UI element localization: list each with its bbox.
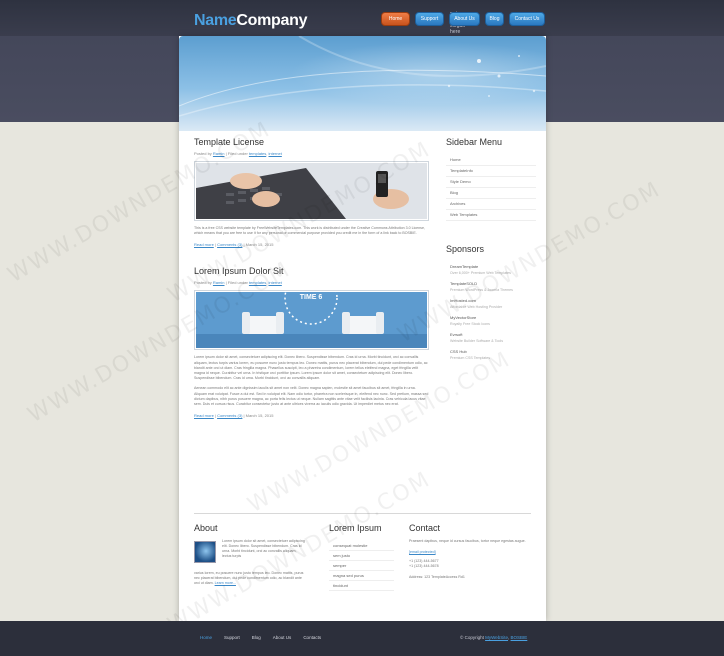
read-more-link[interactable]: Read more: [194, 242, 214, 247]
contact-phone: +1 (123) 444-5678: [409, 564, 439, 568]
comments-link[interactable]: Comments (3): [217, 413, 242, 418]
post-meta: Posted by Ramin | Filed under templates,…: [194, 151, 282, 156]
sidebar-item-style-demo[interactable]: Style Demo: [446, 177, 536, 188]
sponsor-item[interactable]: DreamTemplate Over 6,000+ Premium Web Te…: [446, 264, 536, 275]
footer-nav: Home Support Blog About Us Contacts: [200, 635, 321, 640]
nav-home-button[interactable]: Home: [381, 12, 410, 26]
nav-blog-button[interactable]: Blog: [485, 12, 504, 26]
post-image-chairs: TIME 6: [194, 271, 429, 351]
post-text-2: Aenean commodo elit ac ante dignissim ia…: [194, 386, 429, 407]
read-more-link[interactable]: Read more: [194, 413, 214, 418]
post: Lorem Ipsum Dolor Sit Posted by Ramin | …: [194, 266, 429, 418]
about-image: [194, 541, 216, 563]
post-category-link[interactable]: internet: [268, 151, 281, 156]
post-text: This is a free CSS website template by F…: [194, 226, 425, 236]
post-category-link[interactable]: templates: [249, 151, 266, 156]
post-text: Lorem ipsum dolor sit amet, consectetuer…: [194, 355, 428, 381]
sidebar-menu-title: Sidebar Menu: [446, 137, 503, 147]
comments-link[interactable]: Comments (3): [217, 242, 242, 247]
footer-nav-about-us[interactable]: About Us: [273, 635, 292, 640]
copyright: © Copyright MyWebSite, BOSBIE: [460, 635, 528, 640]
sidebar-menu: Home TemplateInfo Style Demo Blog Archiv…: [446, 155, 536, 221]
post: Template License Posted by Ramin | Filed…: [194, 137, 429, 247]
about-text-continued: varius lorem, eu posuere nunc justo temp…: [194, 571, 304, 585]
post-date: March 15, 2015: [245, 413, 274, 419]
sponsor-item[interactable]: CSS Hub Premium CSS Templates: [446, 349, 536, 360]
footer: Home Support Blog About Us Contacts © Co…: [0, 621, 724, 656]
sponsor-item[interactable]: MyVectorStore Royalty Free Stock Icons: [446, 315, 536, 326]
about-text: Lorem ipsum dolor sit amet, consectetuer…: [222, 539, 305, 558]
nav-support-button[interactable]: Support: [415, 12, 444, 26]
contact-text: Praesent dapibus, neque id cursus faucib…: [409, 539, 526, 543]
main-page: Template License Posted by Ramin | Filed…: [179, 36, 546, 621]
footer-nav-contacts[interactable]: Contacts: [303, 635, 321, 640]
copyright-link[interactable]: MyWebSite: [485, 635, 508, 640]
post-image-laptop: [194, 161, 429, 221]
contact-title: Contact: [409, 523, 441, 533]
post-links: Read more | Comments (3) | March 15, 201…: [194, 413, 274, 419]
post-category-link[interactable]: internet: [268, 280, 281, 285]
nav-contact-us-button[interactable]: Contact Us: [509, 12, 545, 26]
banner-graphic: [179, 36, 546, 117]
post-meta: Posted by Ramin | Filed under templates,…: [194, 280, 282, 286]
contact-email[interactable]: [email protected]: [409, 550, 534, 555]
about-learn-more-link[interactable]: Learn more...: [215, 581, 236, 585]
lorem-list-item[interactable]: semper: [329, 561, 394, 571]
contact-address: Address: 123 TemplateAccess Rd1: [409, 575, 465, 579]
lorem-list-item[interactable]: sem justo: [329, 551, 394, 561]
lorem-column: Lorem Ipsum consequat molestie sem justo…: [329, 523, 394, 591]
header-banner: [179, 36, 546, 131]
sponsor-item[interactable]: TemplateSOLD Premium WordPress & Joomla …: [446, 281, 536, 292]
lorem-list: consequat molestie sem justo semper magn…: [329, 541, 394, 591]
post-title[interactable]: Lorem Ipsum Dolor Sit: [194, 266, 429, 276]
top-nav: Home Support About Us Blog Contact Us: [381, 12, 545, 26]
post-title[interactable]: Template License: [194, 137, 429, 147]
sidebar-item-templateinfo[interactable]: TemplateInfo: [446, 166, 536, 177]
post-author-link[interactable]: Ramin: [213, 280, 225, 285]
post-category-link[interactable]: templates: [249, 280, 266, 285]
about-title: About: [194, 523, 218, 533]
lorem-title: Lorem Ipsum: [329, 523, 382, 533]
divider: [194, 513, 531, 514]
main-content: Template License Posted by Ramin | Filed…: [194, 137, 429, 418]
sponsors-list: DreamTemplate Over 6,000+ Premium Web Te…: [446, 264, 536, 360]
footer-nav-blog[interactable]: Blog: [252, 635, 261, 640]
nav-about-us-button[interactable]: About Us: [449, 12, 480, 26]
sponsor-item[interactable]: ImHosted.com Affordable Web Hosting Prov…: [446, 298, 536, 309]
about-column: About Lorem ipsum dolor sit amet, consec…: [194, 523, 312, 633]
sidebar-item-blog[interactable]: Blog: [446, 188, 536, 199]
copyright-link[interactable]: BOSBIE: [511, 635, 528, 640]
lorem-list-item[interactable]: consequat molestie: [329, 541, 394, 551]
sidebar-item-archives[interactable]: Archives: [446, 199, 536, 210]
lorem-list-item[interactable]: tincidunt: [329, 581, 394, 591]
footer-nav-home[interactable]: Home: [200, 635, 212, 640]
sponsor-item[interactable]: Evrsoft Website Builder Software & Tools: [446, 332, 536, 343]
logo-name: NameCompany: [194, 12, 308, 29]
sidebar-item-web-templates[interactable]: Web Templates: [446, 210, 536, 221]
sidebar: Sidebar Menu Home TemplateInfo Style Dem…: [446, 137, 536, 366]
contact-column: Contact Praesent dapibus, neque id cursu…: [409, 523, 534, 580]
footer-nav-support[interactable]: Support: [224, 635, 240, 640]
sidebar-item-home[interactable]: Home: [446, 155, 536, 166]
post-author-link[interactable]: Ramin: [213, 151, 225, 156]
header: put your slogan here NameCompany Home Su…: [0, 0, 724, 36]
post-links: Read more | Comments (3) | March 15, 201…: [194, 242, 274, 248]
sponsors-title: Sponsors: [446, 244, 485, 254]
post-date: March 15, 2015: [245, 242, 274, 248]
lorem-list-item[interactable]: magna sed purus: [329, 571, 394, 581]
image-caption-time: TIME 6: [300, 294, 323, 301]
